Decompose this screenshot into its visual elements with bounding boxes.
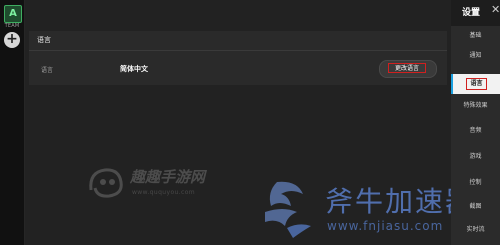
language-panel: 语言 语言 简体中文 更改语言: [29, 31, 447, 85]
sidebar-item-language-label: 语言: [466, 78, 487, 90]
change-language-button[interactable]: 更改语言: [379, 60, 437, 78]
main-content: 语言 语言 简体中文 更改语言 趣趣手游网 www.ququyou.com 斧牛…: [25, 0, 473, 245]
sidebar-item-language[interactable]: 语言: [451, 74, 500, 94]
panel-title: 语言: [37, 36, 51, 44]
settings-header: 设置 ✕: [451, 0, 500, 26]
sidebar-item-game[interactable]: 游戏: [451, 147, 500, 167]
settings-title: 设置: [462, 8, 481, 18]
watermark-ququ-title: 趣趣手游网: [130, 168, 206, 186]
left-rail: A TEAM +: [0, 0, 25, 245]
panel-divider: [29, 50, 447, 51]
current-language-value: 简体中文: [120, 65, 148, 73]
sidebar-item-audio[interactable]: 音频: [451, 121, 500, 141]
change-language-label: 更改语言: [388, 63, 426, 73]
ququ-logo-icon: [89, 168, 123, 198]
language-row-label: 语言: [41, 67, 54, 74]
sidebar-item-screenshot[interactable]: 截图: [451, 197, 500, 217]
sidebar-item-special-effects[interactable]: 特殊效果: [451, 96, 500, 116]
close-icon[interactable]: ✕: [491, 3, 500, 16]
fnjiasu-logo-icon: [265, 181, 311, 238]
add-button[interactable]: +: [4, 32, 20, 48]
team-label: TEAM: [4, 23, 20, 29]
sidebar-item-live-stream[interactable]: 实时流: [451, 220, 500, 240]
settings-sidebar: 基础 通知 语言 特殊效果 音频 游戏 控制 截图 实时流: [451, 26, 500, 245]
watermark-fnjiasu-url: www.fnjiasu.com: [327, 219, 444, 233]
sidebar-item-controls[interactable]: 控制: [451, 173, 500, 193]
watermark-ququ-url: www.ququyou.com: [132, 189, 196, 196]
watermark-ququ: 趣趣手游网 www.ququyou.com: [85, 158, 235, 208]
team-logo[interactable]: A: [4, 5, 22, 23]
sidebar-item-notifications[interactable]: 通知: [451, 46, 500, 66]
sidebar-item-basic[interactable]: 基础: [451, 26, 500, 46]
